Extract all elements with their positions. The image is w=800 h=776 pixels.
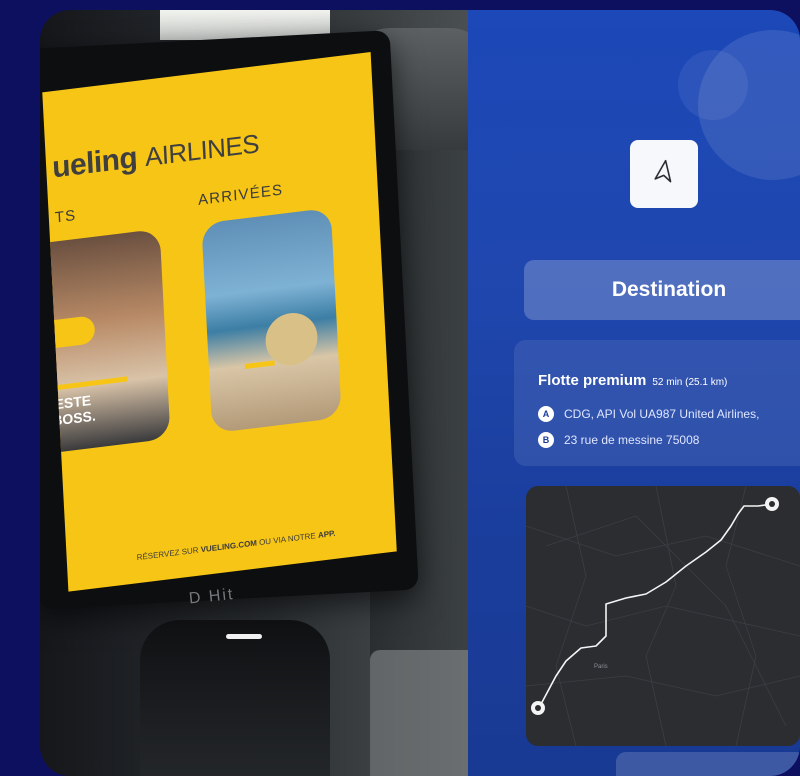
tablet-stand	[140, 620, 330, 776]
device-logo: D Hit	[188, 585, 236, 608]
navigation-arrow-icon	[654, 159, 672, 183]
route-line	[539, 503, 773, 707]
arrival-beach-photo-card	[201, 207, 342, 434]
map-svg	[526, 486, 800, 746]
arrivals-title: ARRIVÉES	[197, 181, 284, 209]
departure-photo-card: DÉTESTE ON BOSS.	[42, 228, 171, 457]
tablet-device: ueling AIRLINES TS ARRIVÉES DÉTESTE ON B…	[40, 30, 419, 610]
card-caption: DÉTESTE ON BOSS.	[42, 391, 97, 432]
seat-back-lower	[370, 650, 468, 776]
background-bubble	[678, 50, 748, 120]
stop-a-address: CDG, API Vol UA987 United Airlines,	[564, 407, 760, 421]
trip-duration: 52 min (25.1 km)	[652, 377, 728, 388]
trip-summary-card: Flotte premium 52 min (25.1 km) A CDG, AP…	[514, 340, 800, 466]
tablet-screen-ad: ueling AIRLINES TS ARRIVÉES DÉTESTE ON B…	[42, 52, 397, 592]
reserve-footer: RÉSERVEZ SUR VUELING.COM OU VIA NOTRE AP…	[136, 528, 336, 563]
destination-button[interactable]: Destination	[524, 260, 800, 320]
stop-a-row: A CDG, API Vol UA987 United Airlines,	[538, 406, 759, 422]
departures-title: TS	[54, 206, 77, 227]
car-tablet-photo: ueling AIRLINES TS ARRIVÉES DÉTESTE ON B…	[40, 10, 468, 776]
marker-b-icon: B	[538, 432, 554, 448]
map-city-label: Paris	[594, 664, 608, 670]
stop-b-row: B 23 rue de messine 75008	[538, 432, 699, 448]
stop-b-address: 23 rue de messine 75008	[564, 433, 700, 447]
plane-shape-icon	[42, 315, 96, 352]
ride-app-panel: Destination Flotte premium 52 min (25.1 k…	[468, 10, 800, 776]
accent-bar	[244, 360, 275, 369]
accent-bar	[57, 376, 128, 390]
promo-frame: ueling AIRLINES TS ARRIVÉES DÉTESTE ON B…	[40, 10, 800, 776]
trip-title: Flotte premium 52 min (25.1 km)	[538, 372, 728, 389]
bottom-action-tab[interactable]	[616, 752, 800, 776]
marker-a-icon: A	[538, 406, 554, 422]
navigation-button[interactable]	[630, 140, 698, 208]
route-map[interactable]: Paris	[526, 486, 800, 746]
map-roads	[526, 486, 800, 746]
vueling-logo: ueling AIRLINES	[51, 128, 260, 185]
stand-light	[226, 634, 262, 639]
